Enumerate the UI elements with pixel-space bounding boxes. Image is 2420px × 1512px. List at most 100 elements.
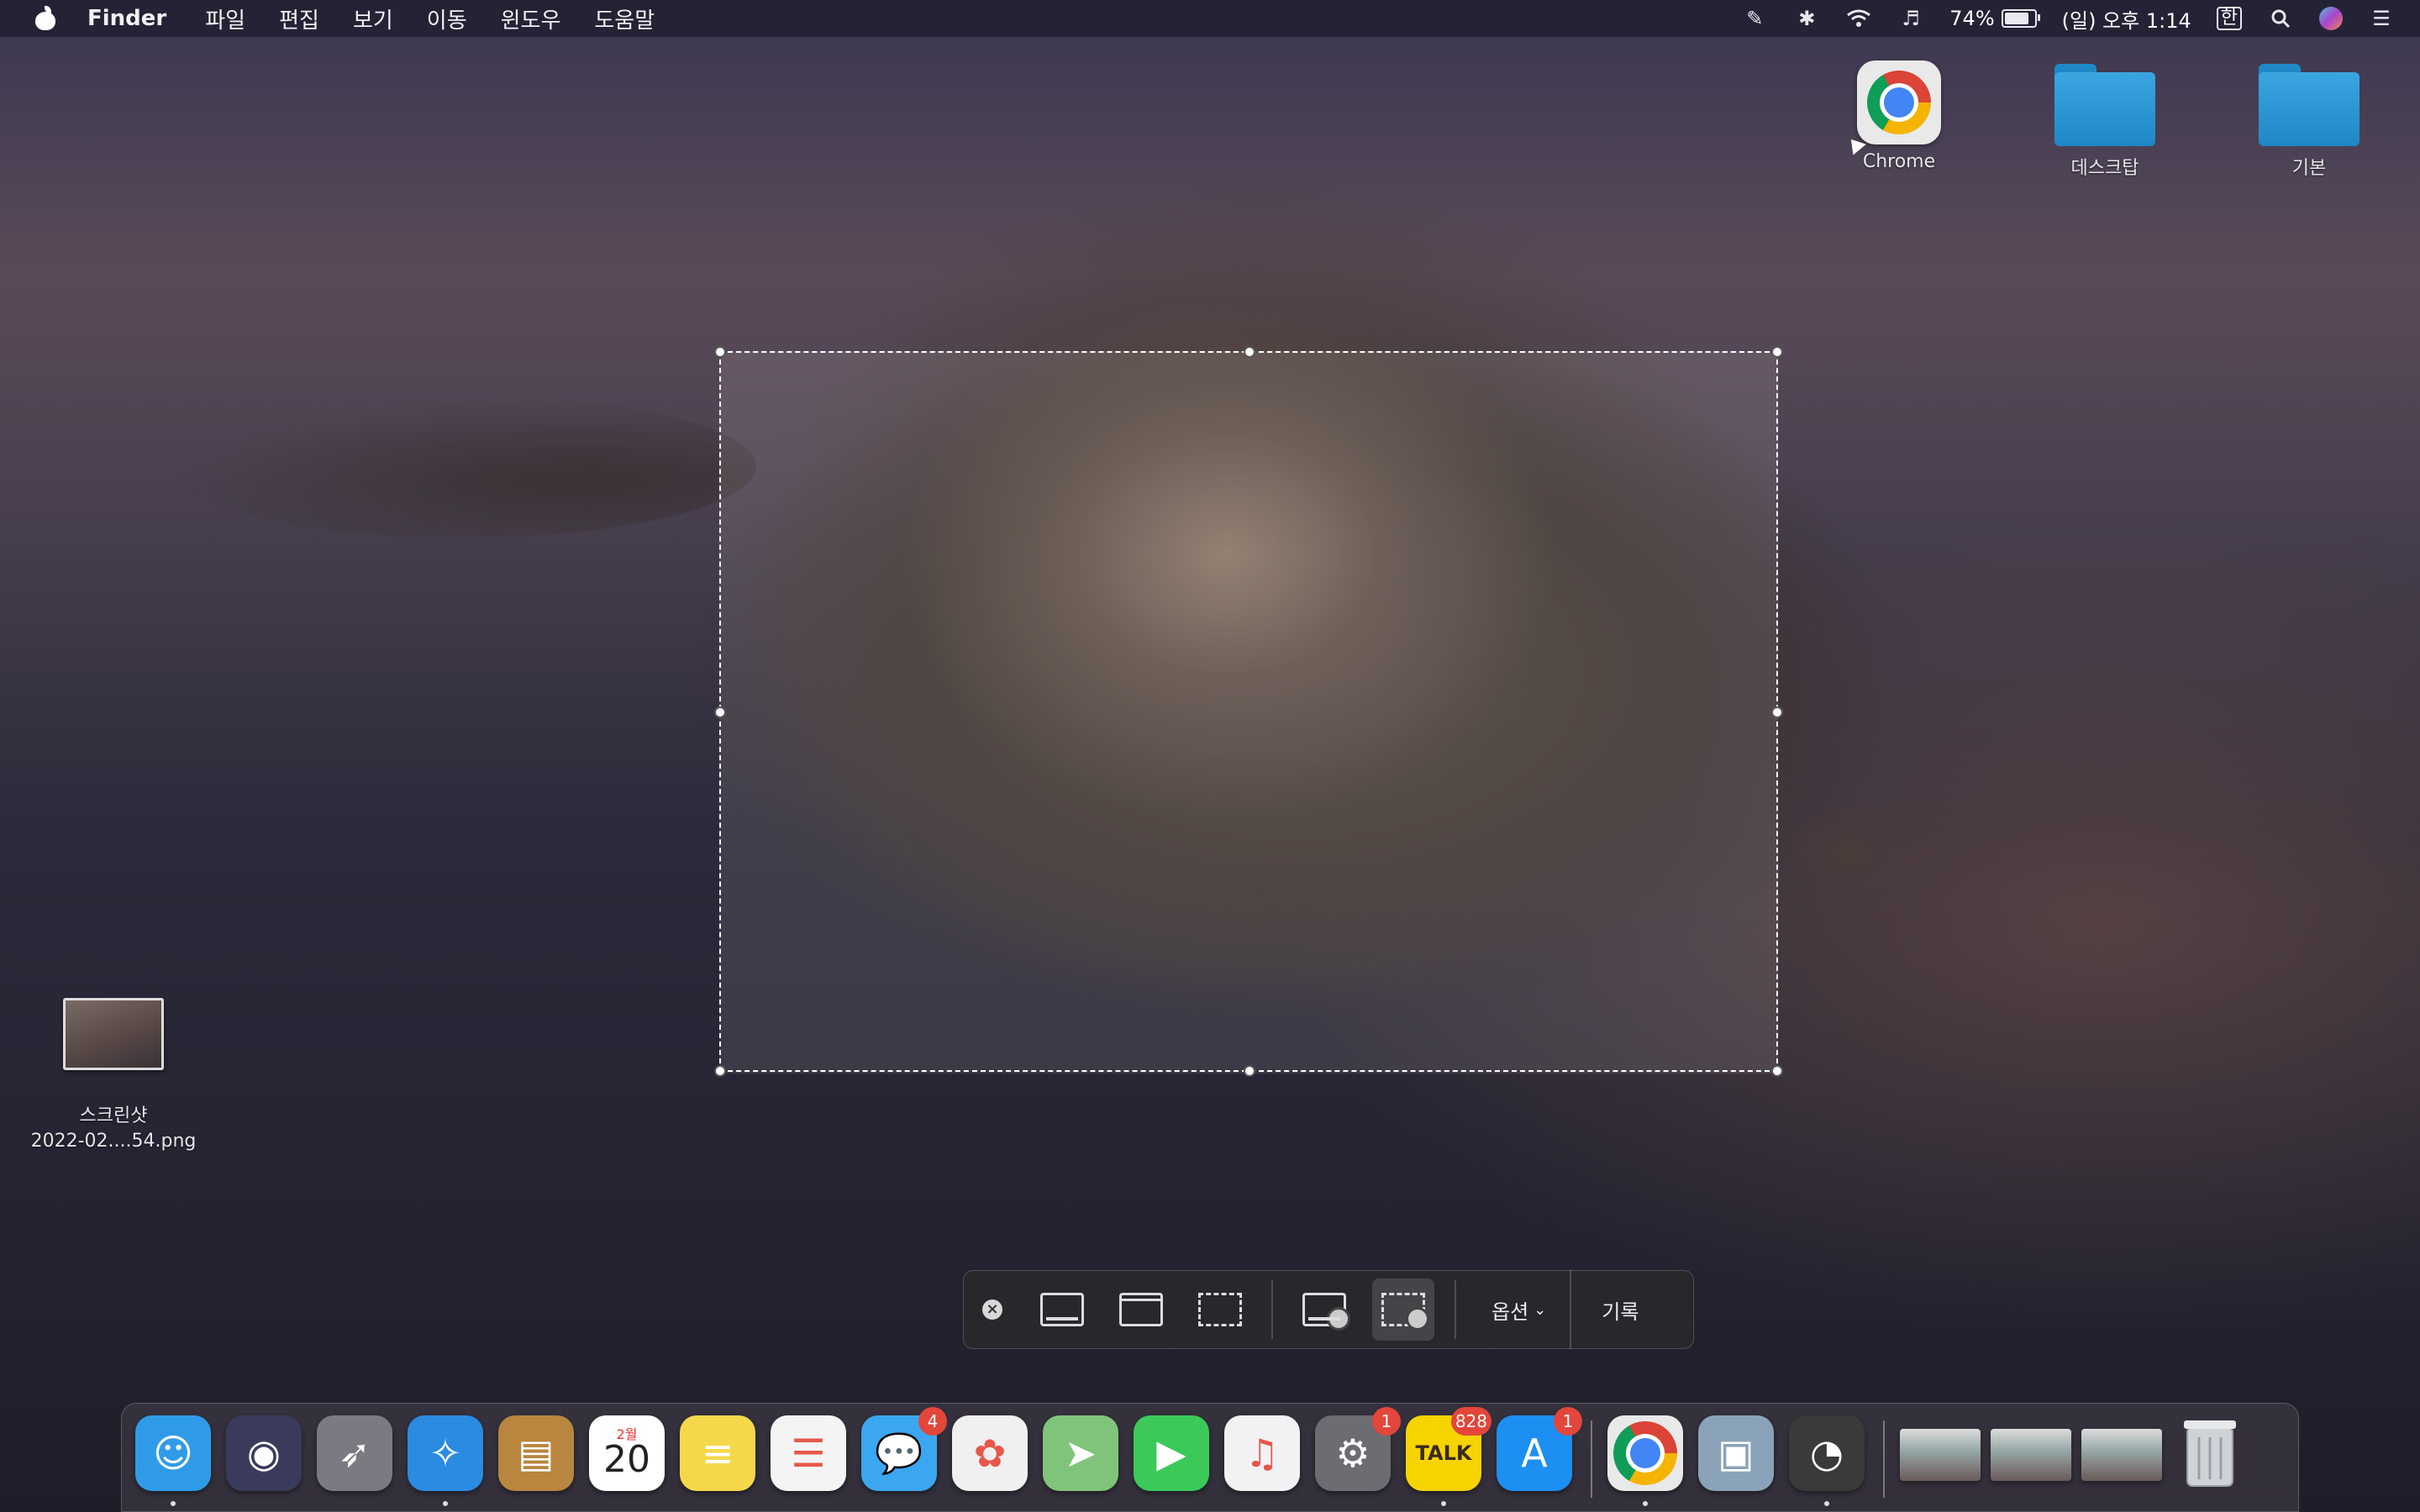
dock-app-maps[interactable]: ➤	[1043, 1415, 1118, 1491]
options-label: 옵션	[1491, 1299, 1529, 1324]
dock-app-system-preferences[interactable]: ⚙ 1	[1315, 1407, 1401, 1491]
notification-badge: 1	[1372, 1407, 1401, 1436]
handle-middle-left[interactable]	[714, 706, 726, 718]
running-indicator	[443, 1501, 448, 1506]
record-selection-icon	[1381, 1293, 1429, 1331]
dock-app-launchpad[interactable]: ➶	[317, 1415, 392, 1491]
desktop-icon-chrome[interactable]: Chrome	[1849, 60, 1949, 172]
minimized-chrome-window[interactable]	[2081, 1429, 2162, 1481]
handle-bottom-right[interactable]	[1771, 1065, 1783, 1077]
options-button[interactable]: 옵션 ⌄	[1468, 1270, 1570, 1349]
volume-icon[interactable]: ♬	[1897, 7, 1924, 30]
dock-app-messages[interactable]: 💬 4	[861, 1407, 947, 1491]
clock[interactable]: (일) 오후 1:14	[2062, 4, 2191, 34]
desktop-icon-label: Chrome	[1862, 151, 1936, 172]
handle-bottom-left[interactable]	[714, 1065, 726, 1077]
record-button[interactable]: 기록	[1570, 1270, 1669, 1349]
dock-app-calendar[interactable]: 2월 20	[589, 1415, 665, 1491]
kakaotalk-icon: TALK	[1415, 1441, 1472, 1465]
contacts-icon: ▤	[518, 1431, 555, 1476]
desktop-icon-folder-desktop[interactable]: 데스크탑	[2050, 64, 2160, 180]
file-name-line2: 2022-02....54.png	[30, 1131, 197, 1152]
preview-icon: ▣	[1718, 1431, 1754, 1476]
menu-view[interactable]: 보기	[353, 3, 393, 34]
record-selection-button[interactable]	[1372, 1278, 1434, 1341]
dock-app-notes[interactable]: ≡	[680, 1415, 755, 1491]
handle-top-center[interactable]	[1244, 346, 1255, 358]
desktop-file-screenshot[interactable]: 스크린샷 2022-02....54.png	[17, 998, 210, 1152]
notification-icon[interactable]: ✎	[1741, 7, 1768, 30]
dock-app-safari[interactable]: ✧	[408, 1415, 483, 1506]
dock-app-preview[interactable]: ▣	[1698, 1415, 1774, 1491]
record-screen-icon	[1302, 1293, 1350, 1331]
siri-icon[interactable]	[2319, 7, 2343, 30]
record-entire-screen-button[interactable]	[1293, 1278, 1355, 1341]
photos-icon: ✿	[973, 1431, 1007, 1476]
battery-level	[2004, 13, 2028, 24]
toolbar-divider	[1271, 1280, 1273, 1339]
siri-icon: ◉	[246, 1431, 281, 1476]
menu-file[interactable]: 파일	[205, 3, 245, 34]
battery-status[interactable]: 74%	[1949, 7, 2040, 30]
dock-app-facetime[interactable]: ▶	[1134, 1415, 1209, 1491]
menu-window[interactable]: 윈도우	[501, 3, 561, 34]
notification-badge: 4	[918, 1407, 947, 1436]
chevron-down-icon: ⌄	[1534, 1300, 1547, 1319]
capture-selection-area[interactable]	[714, 346, 1783, 1077]
chrome-icon	[1613, 1421, 1677, 1485]
selection-icon	[1198, 1293, 1242, 1326]
gear-icon: ⚙	[1335, 1431, 1370, 1476]
record-label: 기록	[1602, 1299, 1639, 1324]
rocket-icon: ➶	[338, 1431, 371, 1476]
folder-icon	[2054, 64, 2155, 146]
image-thumbnail-icon	[63, 998, 164, 1070]
dock-app-app-store[interactable]: A1	[1497, 1407, 1582, 1491]
file-name-line1: 스크린샷	[79, 1105, 148, 1126]
chrome-icon	[1857, 60, 1941, 144]
close-icon[interactable]: ×	[982, 1299, 1002, 1320]
menu-edit[interactable]: 편집	[279, 3, 319, 34]
dock-app-screen-recorder[interactable]: ◔	[1789, 1415, 1865, 1506]
minimized-finder-window[interactable]	[1991, 1429, 2071, 1481]
dock-app-music[interactable]: ♫	[1224, 1415, 1300, 1491]
music-icon: ♫	[1244, 1431, 1280, 1476]
maps-icon: ➤	[1064, 1431, 1097, 1476]
apple-menu-icon[interactable]	[34, 6, 57, 30]
desktop-icon-folder-basic[interactable]: 기본	[2259, 64, 2360, 180]
dock-app-siri[interactable]: ◉	[226, 1415, 302, 1491]
menu-app-name[interactable]: Finder	[87, 6, 166, 31]
dock-app-contacts[interactable]: ▤	[498, 1415, 574, 1491]
menu-go[interactable]: 이동	[427, 3, 467, 34]
dock-app-photos[interactable]: ✿	[952, 1415, 1028, 1491]
handle-top-left[interactable]	[714, 346, 726, 358]
capture-window-button[interactable]	[1110, 1278, 1172, 1341]
desktop-icon-label: 데스크탑	[2070, 158, 2139, 179]
battery-percent: 74%	[1949, 7, 1995, 30]
handle-bottom-center[interactable]	[1244, 1065, 1255, 1077]
menu-help[interactable]: 도움말	[594, 3, 655, 34]
control-center-icon[interactable]: ☰	[2368, 7, 2395, 30]
compass-icon: ✧	[429, 1431, 462, 1476]
wifi-icon[interactable]	[1845, 7, 1872, 30]
screenshot-toolbar: × 옵션 ⌄ 기록	[963, 1270, 1694, 1349]
bluetooth-icon[interactable]: ✱	[1793, 7, 1820, 30]
capture-entire-screen-button[interactable]	[1031, 1278, 1093, 1341]
dock-app-chrome[interactable]	[1607, 1415, 1683, 1506]
search-icon[interactable]	[2267, 7, 2294, 30]
messages-icon: 💬	[875, 1430, 923, 1476]
handle-top-right[interactable]	[1771, 346, 1783, 358]
dock-app-kakaotalk[interactable]: TALK 828	[1406, 1407, 1491, 1506]
input-source-icon[interactable]: 한	[2216, 7, 2242, 30]
toolbar-divider	[1455, 1280, 1456, 1339]
capture-selection-button[interactable]	[1189, 1278, 1251, 1341]
dock-app-reminders[interactable]: ☰	[771, 1415, 846, 1491]
dock-trash[interactable]	[2172, 1415, 2248, 1491]
minimized-safari-window[interactable]	[1900, 1429, 1981, 1481]
menu-bar: Finder 파일 편집 보기 이동 윈도우 도움말 ✎ ✱ ♬ 74% (일)…	[0, 0, 2420, 37]
screen-icon	[1040, 1293, 1084, 1326]
dock: ☺ ◉ ➶ ✧ ▤ 2월 20 ≡ ☰ 💬 4 ✿ ➤ ▶ ♫ ⚙ 1 TALK 828 A 1 ▣ ◔	[121, 1403, 2299, 1512]
running-indicator	[1643, 1501, 1648, 1506]
running-indicator	[1824, 1501, 1829, 1506]
handle-middle-right[interactable]	[1771, 706, 1783, 718]
dock-app-finder[interactable]: ☺	[135, 1415, 211, 1506]
